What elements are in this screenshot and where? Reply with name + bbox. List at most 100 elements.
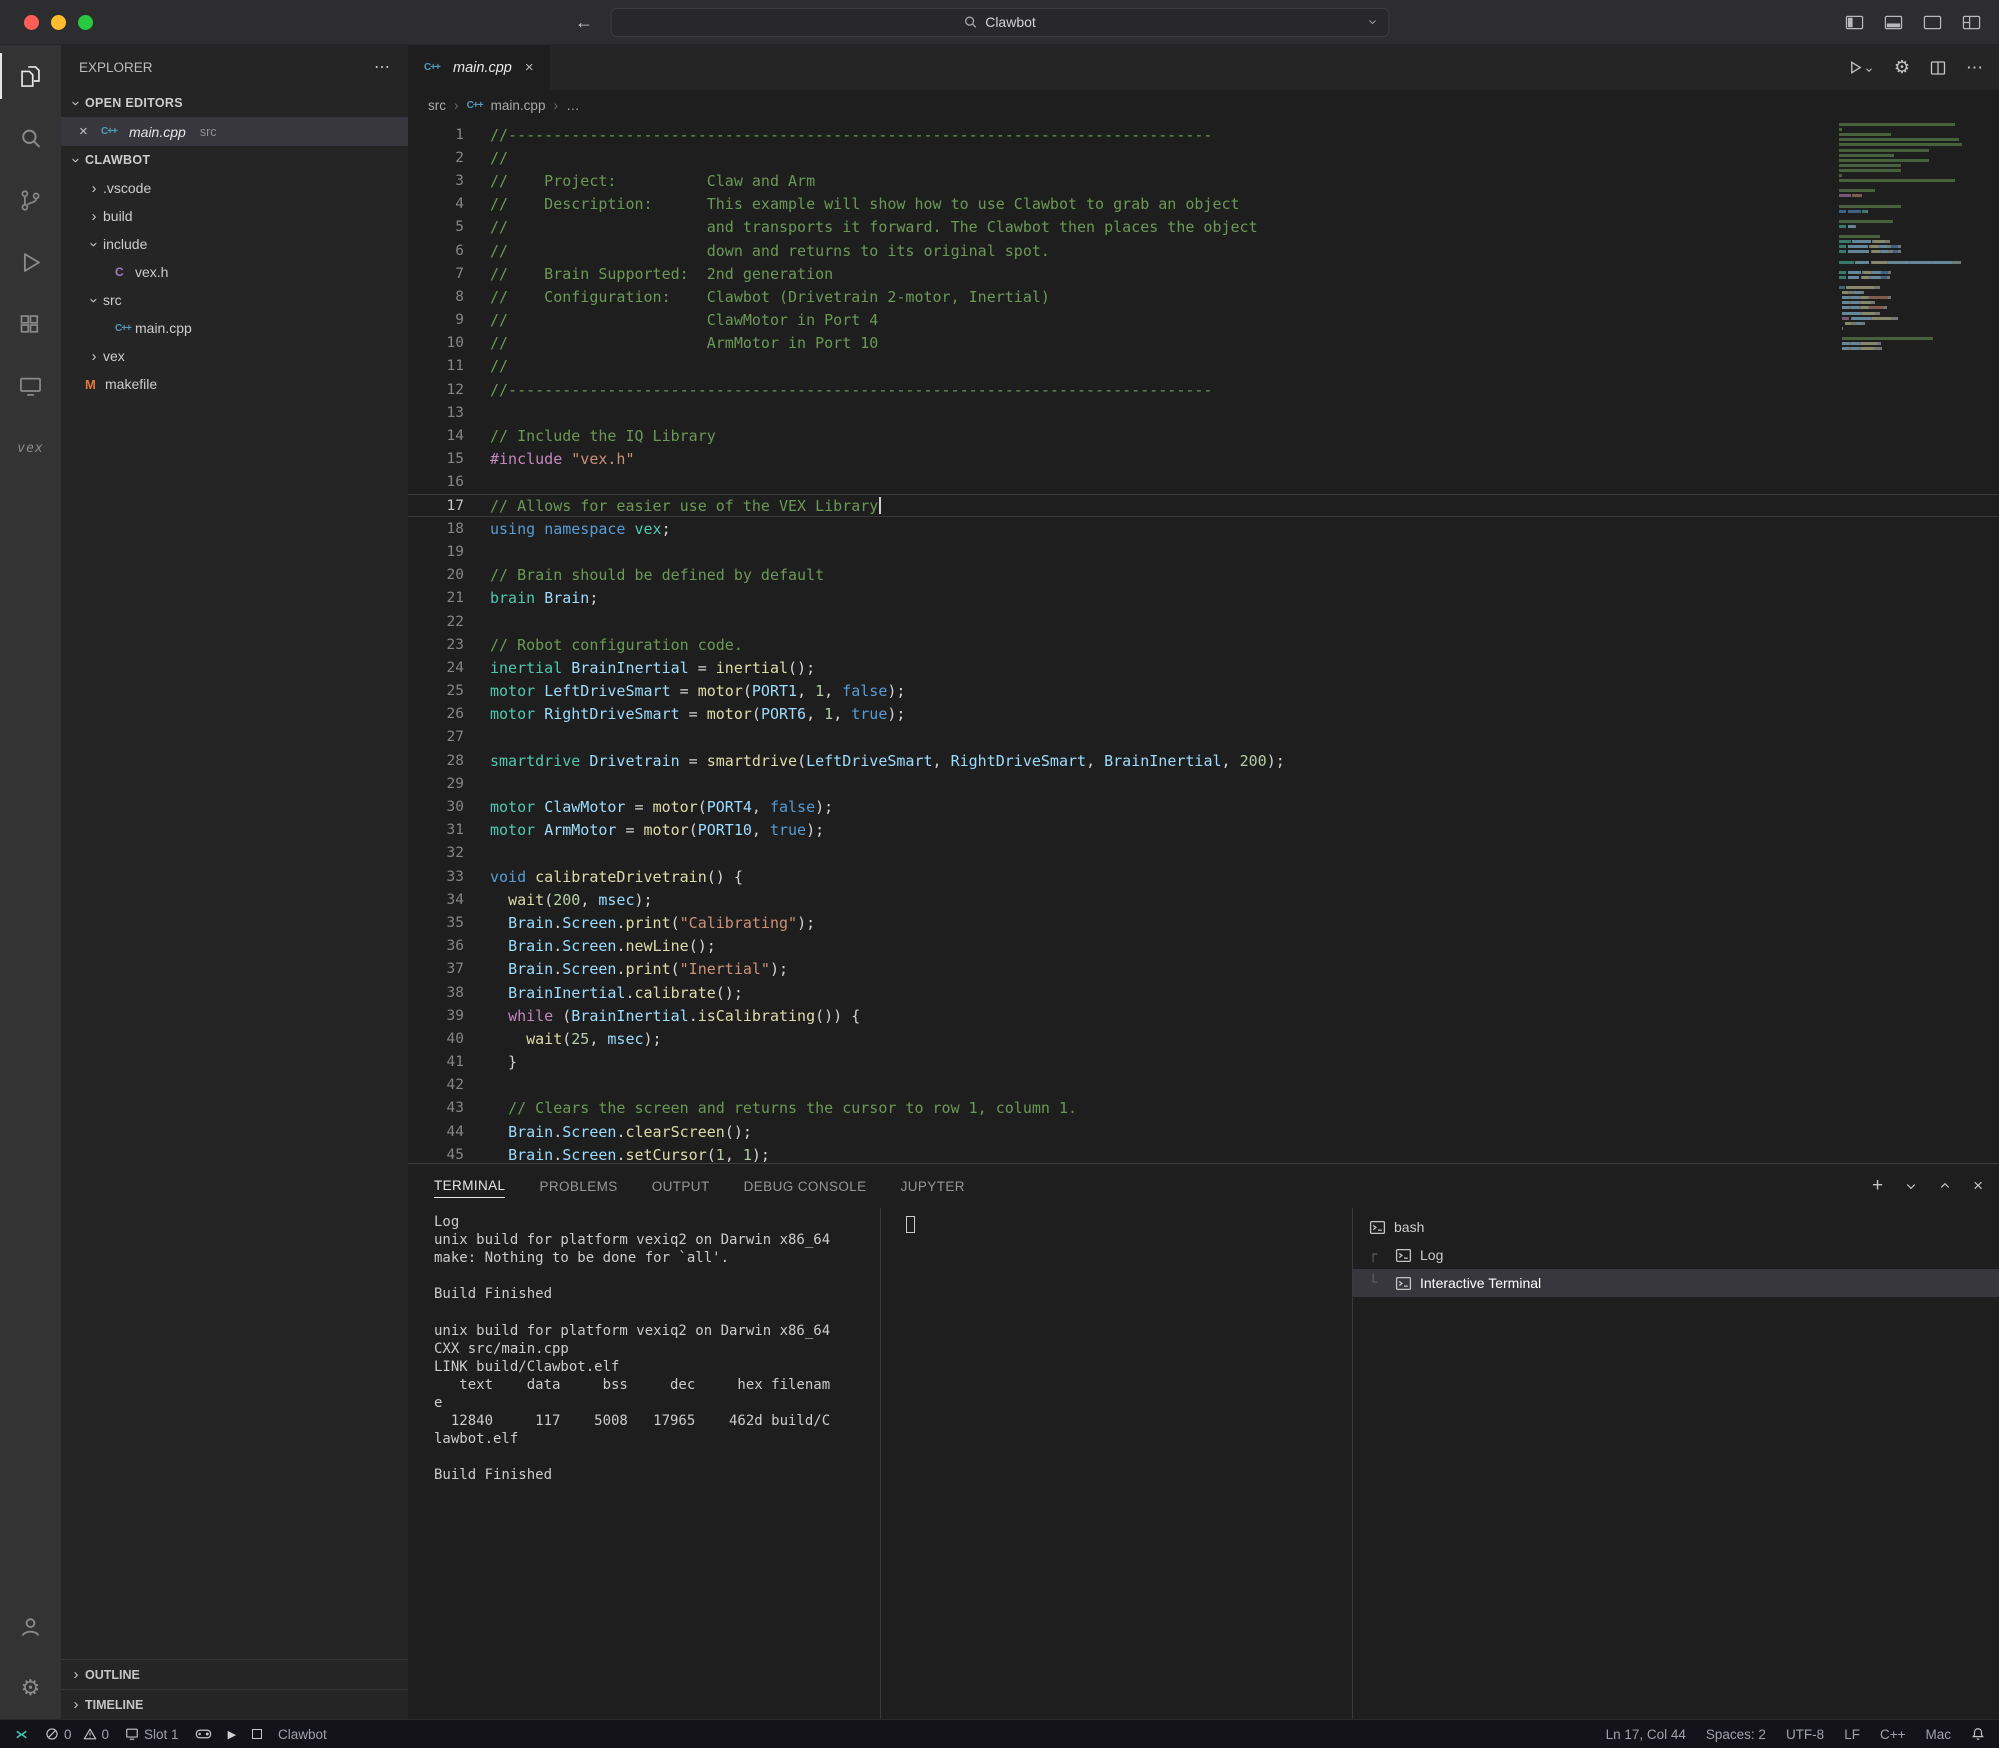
maximize-window-button[interactable] xyxy=(78,14,93,30)
breadcrumb-src[interactable]: src xyxy=(428,98,446,113)
language-mode[interactable]: C++ xyxy=(1880,1727,1906,1742)
encoding[interactable]: UTF-8 xyxy=(1786,1727,1824,1742)
vex-extension-icon[interactable]: vex xyxy=(0,417,61,479)
code-line-43[interactable]: 43 // Clears the screen and returns the … xyxy=(408,1097,1999,1120)
remote-indicator[interactable] xyxy=(14,1727,29,1742)
code-line-6[interactable]: 6// down and returns to its original spo… xyxy=(408,239,1999,262)
tab-main-cpp[interactable]: C++ main.cpp × xyxy=(408,45,550,90)
back-button[interactable]: ← xyxy=(575,12,593,33)
editor-more-actions-icon[interactable]: ⋯ xyxy=(1966,58,1983,78)
code-line-20[interactable]: 20// Brain should be defined by default xyxy=(408,564,1999,587)
code-line-41[interactable]: 41 } xyxy=(408,1051,1999,1074)
cursor-position[interactable]: Ln 17, Col 44 xyxy=(1606,1727,1686,1742)
code-line-30[interactable]: 30 motor ClawMotor = motor(PORT4, false); xyxy=(408,795,1999,818)
stop-program-button[interactable] xyxy=(252,1729,263,1739)
timeline-section[interactable]: › TIMELINE xyxy=(61,1689,408,1719)
code-line-23[interactable]: 23// Robot configuration code. xyxy=(408,633,1999,656)
code-line-22[interactable]: 22 xyxy=(408,610,1999,633)
project-name[interactable]: Clawbot xyxy=(278,1727,327,1742)
minimize-window-button[interactable] xyxy=(51,14,66,30)
code-editor[interactable]: 1//-------------------------------------… xyxy=(408,120,1999,1163)
tab-problems[interactable]: PROBLEMS xyxy=(539,1175,617,1198)
code-line-31[interactable]: 31 motor ArmMotor = motor(PORT10, true); xyxy=(408,819,1999,842)
explorer-more-actions-icon[interactable]: ⋯ xyxy=(374,57,390,77)
code-line-45[interactable]: 45 Brain.Screen.setCursor(1, 1); xyxy=(408,1143,1999,1163)
editor-settings-gear-icon[interactable]: ⚙ xyxy=(1894,57,1910,78)
vex-device-icon[interactable] xyxy=(0,355,61,417)
code-line-13[interactable]: 13 xyxy=(408,401,1999,424)
problems-indicator[interactable]: 0 0 xyxy=(45,1727,109,1742)
code-line-21[interactable]: 21 brain Brain; xyxy=(408,587,1999,610)
terminal-output[interactable]: Log unix build for platform vexiq2 on Dar… xyxy=(408,1208,880,1719)
tree-item-src[interactable]: › src xyxy=(61,286,408,314)
platform-indicator[interactable]: Mac xyxy=(1925,1727,1951,1742)
code-line-12[interactable]: 12//------------------------------------… xyxy=(408,378,1999,401)
close-icon[interactable]: × xyxy=(79,123,93,140)
split-editor-icon[interactable] xyxy=(1930,60,1946,76)
search-input[interactable]: Clawbot xyxy=(610,7,1389,37)
code-line-36[interactable]: 36 Brain.Screen.newLine(); xyxy=(408,935,1999,958)
code-line-39[interactable]: 39 while (BrainInertial.isCalibrating())… xyxy=(408,1004,1999,1027)
code-line-1[interactable]: 1//-------------------------------------… xyxy=(408,123,1999,146)
project-root-header[interactable]: › CLAWBOT xyxy=(61,146,408,174)
breadcrumb-file[interactable]: main.cpp xyxy=(491,98,546,113)
code-line-3[interactable]: 3// Project: Claw and Arm xyxy=(408,169,1999,192)
code-line-4[interactable]: 4// Description: This example will show … xyxy=(408,193,1999,216)
tree-item-makefile[interactable]: Mmakefile xyxy=(61,370,408,398)
toggle-sidebar-icon[interactable] xyxy=(1845,13,1864,32)
code-line-2[interactable]: 2// xyxy=(408,146,1999,169)
maximize-panel-icon[interactable] xyxy=(1939,1180,1951,1192)
close-window-button[interactable] xyxy=(24,14,39,30)
customize-layout-icon[interactable] xyxy=(1962,13,1981,32)
controller-icon[interactable] xyxy=(195,1727,212,1741)
interactive-terminal-pane[interactable] xyxy=(880,1208,1352,1719)
code-line-9[interactable]: 9// ClawMotor in Port 4 xyxy=(408,309,1999,332)
code-line-25[interactable]: 25 motor LeftDriveSmart = motor(PORT1, 1,… xyxy=(408,680,1999,703)
close-tab-icon[interactable]: × xyxy=(525,59,534,76)
slot-selector[interactable]: Slot 1 xyxy=(125,1727,179,1742)
code-line-8[interactable]: 8// Configuration: Clawbot (Drivetrain 2… xyxy=(408,285,1999,308)
source-control-icon[interactable] xyxy=(0,169,61,231)
run-debug-icon[interactable] xyxy=(0,231,61,293)
tree-item-.vscode[interactable]: › .vscode xyxy=(61,174,408,202)
open-editors-header[interactable]: › OPEN EDITORS xyxy=(61,89,408,117)
outline-section[interactable]: › OUTLINE xyxy=(61,1659,408,1689)
account-icon[interactable] xyxy=(0,1595,61,1657)
tree-item-build[interactable]: › build xyxy=(61,202,408,230)
code-line-15[interactable]: 15 #include "vex.h" xyxy=(408,448,1999,471)
new-terminal-button[interactable]: + xyxy=(1872,1175,1883,1197)
indentation[interactable]: Spaces: 2 xyxy=(1706,1727,1766,1742)
code-line-40[interactable]: 40 wait(25, msec); xyxy=(408,1027,1999,1050)
tab-jupyter[interactable]: JUPYTER xyxy=(901,1175,965,1198)
code-line-27[interactable]: 27 xyxy=(408,726,1999,749)
tree-item-main.cpp[interactable]: C++ main.cpp xyxy=(61,314,408,342)
notifications-bell-icon[interactable] xyxy=(1971,1727,1985,1741)
search-panel-icon[interactable] xyxy=(0,107,61,169)
code-line-28[interactable]: 28 smartdrive Drivetrain = smartdrive(Lef… xyxy=(408,749,1999,772)
tree-item-include[interactable]: › include xyxy=(61,230,408,258)
breadcrumb-symbol[interactable]: … xyxy=(566,98,580,113)
code-line-18[interactable]: 18 using namespace vex; xyxy=(408,517,1999,540)
settings-gear-icon[interactable]: ⚙ xyxy=(0,1657,61,1719)
code-line-10[interactable]: 10// ArmMotor in Port 10 xyxy=(408,332,1999,355)
code-line-32[interactable]: 32 xyxy=(408,842,1999,865)
code-line-16[interactable]: 16 xyxy=(408,471,1999,494)
code-line-24[interactable]: 24 inertial BrainInertial = inertial(); xyxy=(408,656,1999,679)
toggle-panel-icon[interactable] xyxy=(1884,13,1903,32)
open-editor-main-cpp[interactable]: × C++ main.cpp src xyxy=(61,117,408,146)
code-line-29[interactable]: 29 xyxy=(408,772,1999,795)
explorer-icon[interactable] xyxy=(0,45,61,107)
code-line-19[interactable]: 19 xyxy=(408,540,1999,563)
code-line-7[interactable]: 7// Brain Supported: 2nd generation xyxy=(408,262,1999,285)
close-panel-icon[interactable]: × xyxy=(1973,1176,1983,1196)
code-line-34[interactable]: 34 wait(200, msec); xyxy=(408,888,1999,911)
eol-sequence[interactable]: LF xyxy=(1844,1727,1860,1742)
terminal-item-interactive-terminal[interactable]: └ Interactive Terminal xyxy=(1353,1269,1999,1297)
code-line-38[interactable]: 38 BrainInertial.calibrate(); xyxy=(408,981,1999,1004)
extensions-icon[interactable] xyxy=(0,293,61,355)
terminal-item-bash[interactable]: bash xyxy=(1353,1213,1999,1241)
code-line-17[interactable]: 17// Allows for easier use of the VEX Li… xyxy=(408,494,1999,517)
code-line-35[interactable]: 35 Brain.Screen.print("Calibrating"); xyxy=(408,911,1999,934)
run-program-button[interactable]: ▶ xyxy=(228,1728,236,1741)
code-line-37[interactable]: 37 Brain.Screen.print("Inertial"); xyxy=(408,958,1999,981)
